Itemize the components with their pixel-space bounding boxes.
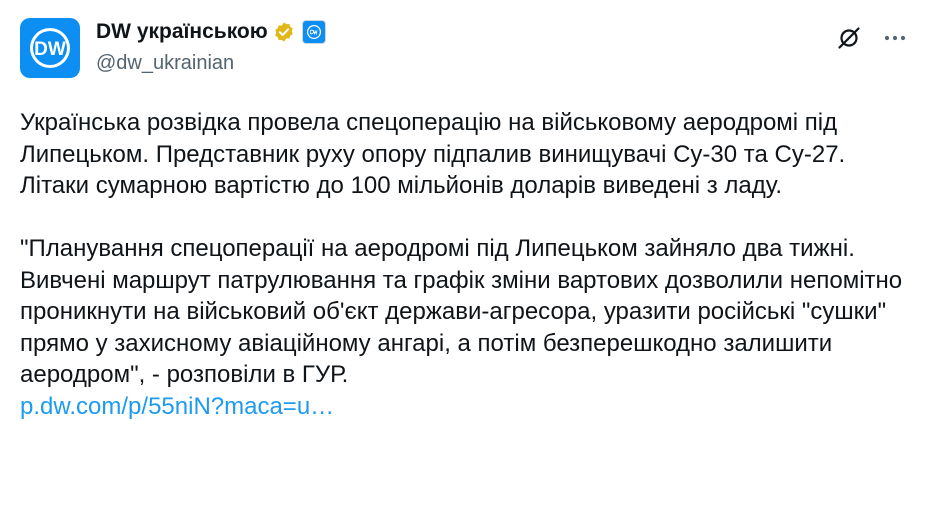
- tweet-paragraph-1: Українська розвідка провела спецоперацію…: [20, 109, 846, 199]
- more-icon[interactable]: [881, 24, 909, 52]
- tweet-link[interactable]: p.dw.com/p/55niN?maca=u…: [20, 393, 334, 420]
- tweet-paragraph-2: "Планування спецоперації на аеродромі пі…: [20, 235, 903, 388]
- tweet-body: Українська розвідка провела спецоперацію…: [20, 107, 910, 422]
- grok-icon[interactable]: [835, 24, 863, 52]
- avatar[interactable]: DW: [20, 18, 80, 78]
- author-handle[interactable]: @dw_ukrainian: [96, 52, 234, 75]
- dw-logo-icon: DW: [30, 28, 70, 68]
- dw-affiliate-icon[interactable]: [301, 20, 326, 44]
- avatar-text: DW: [34, 39, 66, 60]
- author-name-row: DW українською: [96, 20, 326, 44]
- author-name[interactable]: DW українською: [96, 20, 268, 44]
- tweet-header: DW DW українською @dw_ukrainian: [20, 18, 909, 80]
- verified-badge-icon[interactable]: [273, 21, 295, 43]
